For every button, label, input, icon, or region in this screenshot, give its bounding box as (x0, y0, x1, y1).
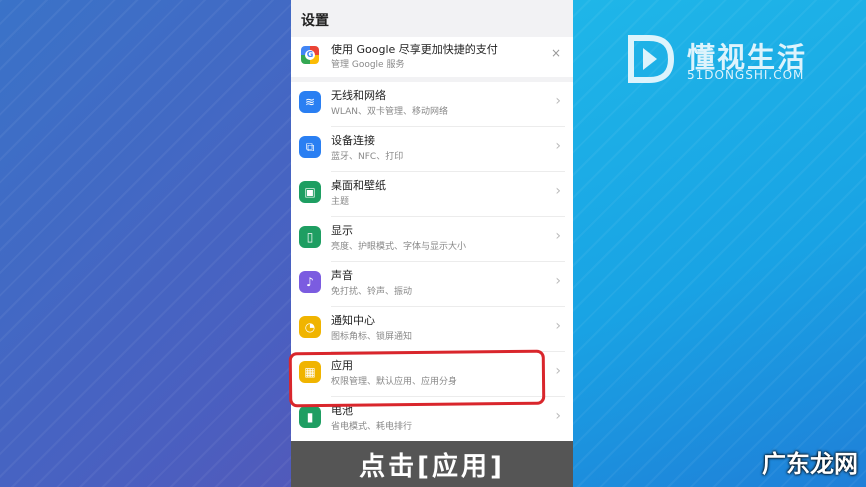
settings-item-label: 声音 (331, 269, 353, 282)
settings-item-wireless[interactable]: ≋ 无线和网络 WLAN、双卡管理、移动网络 › (291, 82, 573, 127)
settings-item-label: 通知中心 (331, 314, 375, 327)
logo-url: 51DONGSHI.COM (687, 68, 805, 82)
settings-item-apps[interactable]: ▦ 应用 权限管理、默认应用、应用分身 › (291, 352, 573, 397)
wallpaper-icon: ▣ (299, 181, 321, 203)
chevron-right-icon: › (555, 408, 561, 424)
chevron-right-icon: › (555, 183, 561, 199)
settings-item-label: 应用 (331, 359, 353, 372)
settings-item-device-connection[interactable]: ⧉ 设备连接 蓝牙、NFC、打印 › (291, 127, 573, 172)
settings-item-subtitle: 亮度、护眼模式、字体与显示大小 (331, 242, 467, 252)
battery-icon: ▮ (299, 406, 321, 428)
settings-item-label: 电池 (331, 404, 353, 417)
settings-item-notification[interactable]: ◔ 通知中心 图标角标、锁屏通知 › (291, 307, 573, 352)
chevron-right-icon: › (555, 318, 561, 334)
page-title: 设置 (301, 13, 329, 29)
watermark: 广东龙网 (762, 450, 858, 478)
brand-logo: 懂视生活 51DONGSHI.COM (627, 34, 827, 86)
settings-item-sound[interactable]: ♪ 声音 免打扰、铃声、振动 › (291, 262, 573, 307)
settings-list: ≋ 无线和网络 WLAN、双卡管理、移动网络 › ⧉ 设备连接 蓝牙、NFC、打… (291, 82, 573, 442)
settings-item-subtitle: WLAN、双卡管理、移动网络 (331, 107, 449, 117)
google-service-card[interactable]: G 使用 Google 尽享更加快捷的支付 管理 Google 服务 × (291, 37, 573, 77)
google-card-subtitle: 管理 Google 服务 (331, 60, 405, 70)
d-logo-icon (628, 35, 675, 83)
settings-item-label: 桌面和壁纸 (331, 179, 386, 192)
google-card-title: 使用 Google 尽享更加快捷的支付 (331, 43, 498, 56)
chevron-right-icon: › (555, 273, 561, 289)
settings-item-subtitle: 主题 (331, 197, 350, 207)
close-icon[interactable]: × (551, 46, 561, 60)
chevron-right-icon: › (555, 228, 561, 244)
caption-text: 点击[应用] (359, 451, 505, 482)
settings-item-battery[interactable]: ▮ 电池 省电模式、耗电排行 › (291, 397, 573, 442)
settings-item-label: 无线和网络 (331, 89, 386, 102)
settings-item-wallpaper[interactable]: ▣ 桌面和壁纸 主题 › (291, 172, 573, 217)
chevron-right-icon: › (555, 138, 561, 154)
settings-screen: 设置 G 使用 Google 尽享更加快捷的支付 管理 Google 服务 × … (291, 0, 573, 487)
chevron-right-icon: › (555, 93, 561, 109)
notification-icon: ◔ (299, 316, 321, 338)
wifi-icon: ≋ (299, 91, 321, 113)
sound-icon: ♪ (299, 271, 321, 293)
display-icon: ▯ (299, 226, 321, 248)
apps-icon: ▦ (299, 361, 321, 383)
settings-item-label: 显示 (331, 224, 353, 237)
settings-item-subtitle: 省电模式、耗电排行 (331, 422, 413, 432)
settings-item-subtitle: 蓝牙、NFC、打印 (331, 152, 404, 162)
settings-item-display[interactable]: ▯ 显示 亮度、护眼模式、字体与显示大小 › (291, 217, 573, 262)
caption-bar: 点击[应用] (291, 441, 573, 487)
settings-item-subtitle: 免打扰、铃声、振动 (331, 287, 413, 297)
device-connect-icon: ⧉ (299, 136, 321, 158)
settings-item-label: 设备连接 (331, 134, 375, 147)
chevron-right-icon: › (555, 363, 561, 379)
google-icon: G (301, 46, 319, 64)
settings-item-subtitle: 权限管理、默认应用、应用分身 (331, 377, 458, 387)
settings-item-subtitle: 图标角标、锁屏通知 (331, 332, 413, 342)
